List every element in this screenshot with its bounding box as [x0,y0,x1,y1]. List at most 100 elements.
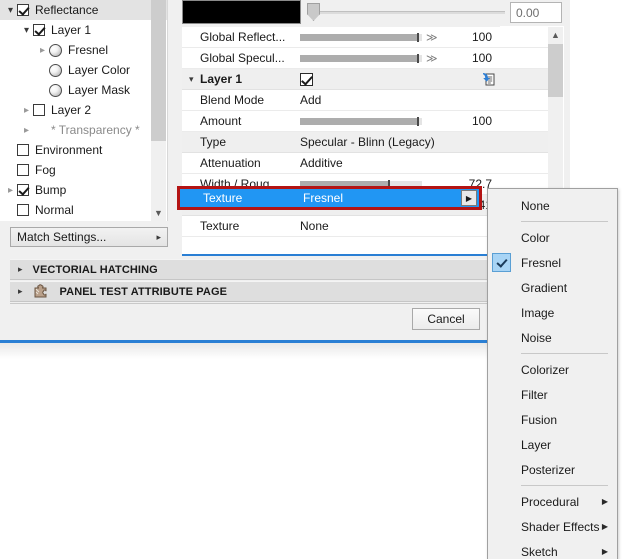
layer-enabled-checkbox[interactable] [300,72,313,86]
tree-item-label: * Transparency * [51,123,140,137]
slider-handle[interactable] [417,32,420,42]
tree-item-label: Layer Color [68,63,131,77]
double-chevron-icon[interactable]: ≫ [426,31,440,44]
property-slider[interactable] [300,116,422,126]
texture-type-context-menu[interactable]: None Color Fresnel Gradient Image Noise Colori… [487,188,618,559]
menu-item-procedural[interactable]: Procedural ▶ [488,489,617,514]
tree-item-layer-2[interactable]: Layer 2 [0,100,167,120]
checkbox[interactable] [17,144,29,156]
document-import-icon[interactable] [481,72,496,87]
chevron-down-icon[interactable]: ▼ [151,204,166,221]
accordion-panel-test-attribute-page[interactable]: ▸ PANEL TEST ATTRIBUTE PAGE [10,281,492,302]
brightness-value-field[interactable]: 0.00 [510,2,562,23]
property-row-amount[interactable]: Amount 100 [182,111,548,132]
slider-handle[interactable] [417,53,420,63]
menu-item-label: None [521,198,550,213]
channel-tree-list: Reflectance Layer 1 Fresnel Layer Color Laye… [0,0,167,220]
property-value[interactable]: Add [300,93,321,107]
accordion-vectorial-hatching[interactable]: ▸ VECTORIAL HATCHING [10,259,492,280]
texture-row-selected[interactable]: Texture Fresnel ▶ [180,189,479,207]
channel-tree-panel[interactable]: Reflectance Layer 1 Fresnel Layer Color Laye… [0,0,168,221]
brightness-slider-track[interactable] [310,11,505,14]
chevron-up-icon[interactable]: ▲ [548,27,563,43]
menu-item-label: Shader Effects [521,519,600,534]
checkbox[interactable] [17,204,29,216]
tree-item-bump[interactable]: Bump [0,180,167,200]
property-row-layer-1[interactable]: ▾ Layer 1 [182,69,548,90]
menu-item-noise[interactable]: Noise [488,325,617,350]
menu-item-label: Posterizer [521,462,576,477]
tree-item-environment[interactable]: Environment [0,140,167,160]
menu-item-label: Colorizer [521,362,570,377]
texture-dropdown-arrow-button[interactable]: ▶ [461,190,477,206]
properties-scrollbar-thumb[interactable] [548,44,563,97]
chevron-right-icon[interactable] [4,180,17,200]
property-row-global-specul[interactable]: Global Specul... ≫ 100 [182,48,548,69]
menu-item-fresnel[interactable]: Fresnel [488,250,617,275]
property-row-blend-mode[interactable]: Blend Mode Add [182,90,548,111]
property-row-type[interactable]: Type Specular - Blinn (Legacy) [182,132,548,153]
color-swatch[interactable] [182,0,301,24]
property-slider[interactable] [300,32,422,42]
match-settings-button[interactable]: Match Settings... ▸ [10,227,168,247]
tree-item-label: Fresnel [68,43,109,57]
tree-item-label: Layer 1 [51,23,92,37]
property-value[interactable]: 100 [446,51,492,65]
menu-item-color[interactable]: Color [488,225,617,250]
tree-item-normal[interactable]: Normal [0,200,167,220]
submenu-arrow-icon: ▶ [601,547,608,556]
menu-item-posterizer[interactable]: Posterizer [488,457,617,482]
slider-fill [300,33,419,41]
checkbox[interactable] [17,184,29,196]
menu-item-fusion[interactable]: Fusion [488,407,617,432]
shader-sphere-icon [49,63,62,77]
tree-item-transparency[interactable]: * Transparency * [0,120,167,140]
property-value[interactable]: None [300,219,329,233]
property-row-attenuation[interactable]: Attenuation Additive [182,153,548,174]
tree-scrollbar-thumb[interactable] [151,0,166,141]
menu-item-gradient[interactable]: Gradient [488,275,617,300]
submenu-arrow-icon: ▶ [601,497,608,506]
tree-item-fog[interactable]: Fog [0,160,167,180]
double-chevron-icon[interactable]: ≫ [426,52,440,65]
property-name: Type [200,135,227,149]
menu-item-filter[interactable]: Filter [488,382,617,407]
checkbox[interactable] [17,164,29,176]
checkbox[interactable] [17,4,29,16]
tree-item-layer-color[interactable]: Layer Color [0,60,167,80]
menu-item-layer[interactable]: Layer [488,432,617,457]
property-value[interactable]: Additive [300,156,343,170]
menu-item-label: Color [521,230,550,245]
menu-item-sketch[interactable]: Sketch ▶ [488,539,617,559]
slider-handle[interactable] [417,116,420,126]
property-value[interactable]: 100 [446,114,492,128]
tree-item-label: Reflectance [35,3,99,17]
property-name: Attenuation [200,156,261,170]
chevron-down-icon[interactable]: ▾ [189,69,194,90]
property-row-global-reflect[interactable]: Global Reflect... ≫ 100 [182,27,548,48]
brightness-slider-knob[interactable] [307,3,320,21]
tree-scrollbar[interactable]: ▼ [151,0,166,221]
chevron-down-icon[interactable] [20,20,33,40]
tree-item-fresnel[interactable]: Fresnel [0,40,167,60]
chevron-right-icon[interactable] [36,40,49,60]
checkbox[interactable] [33,104,45,116]
chevron-right-icon[interactable] [20,100,33,120]
menu-item-colorizer[interactable]: Colorizer [488,357,617,382]
cancel-button[interactable]: Cancel [412,308,480,330]
tree-item-layer-1[interactable]: Layer 1 [0,20,167,40]
chevron-down-icon[interactable] [4,0,17,20]
property-value[interactable]: 100 [446,30,492,44]
chevron-right-icon[interactable] [20,120,33,140]
checkbox[interactable] [33,24,45,36]
tree-item-layer-mask[interactable]: Layer Mask [0,80,167,100]
menu-item-none[interactable]: None [488,193,617,218]
plugin-icon [33,284,50,299]
tree-item-reflectance[interactable]: Reflectance [0,0,167,20]
menu-item-shader-effects[interactable]: Shader Effects ▶ [488,514,617,539]
property-value[interactable]: Specular - Blinn (Legacy) [300,135,435,149]
property-slider[interactable] [300,53,422,63]
menu-item-image[interactable]: Image [488,300,617,325]
